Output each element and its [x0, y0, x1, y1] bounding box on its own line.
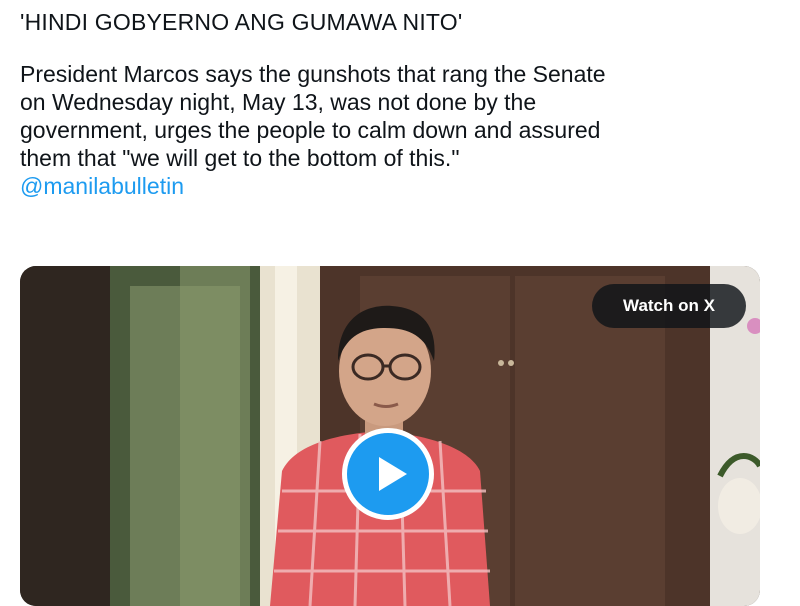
play-icon — [379, 457, 407, 491]
post-body: President Marcos says the gunshots that … — [20, 60, 780, 200]
play-button[interactable] — [342, 428, 434, 520]
post-body-line: President Marcos says the gunshots that … — [20, 61, 606, 87]
mention-link[interactable]: @manilabulletin — [20, 172, 780, 200]
post-body-line: them that "we will get to the bottom of … — [20, 145, 460, 171]
post-body-line: government, urges the people to calm dow… — [20, 117, 601, 143]
video-player[interactable]: Watch on X — [20, 266, 760, 606]
post-text: 'HINDI GOBYERNO ANG GUMAWA NITO' Preside… — [20, 8, 780, 200]
watch-on-x-button[interactable]: Watch on X — [592, 284, 746, 328]
post-headline: 'HINDI GOBYERNO ANG GUMAWA NITO' — [20, 9, 463, 35]
post-body-line: on Wednesday night, May 13, was not done… — [20, 89, 537, 115]
